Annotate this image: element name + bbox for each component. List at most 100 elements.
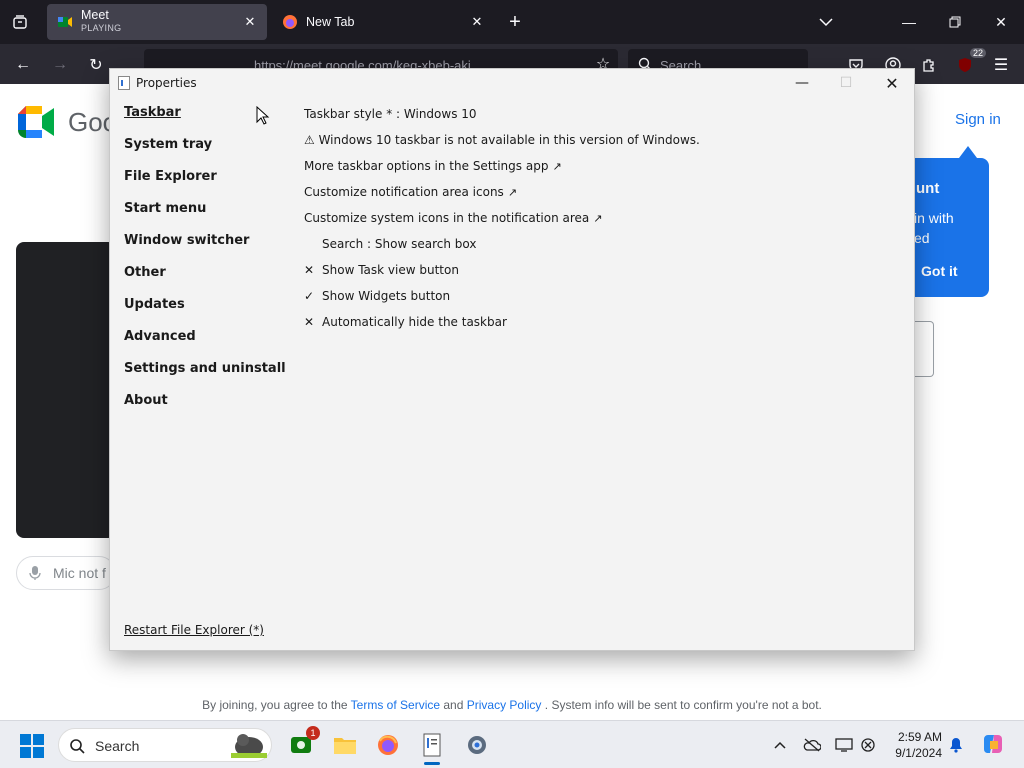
nav-item-window-switcher[interactable]: Window switcher: [124, 233, 286, 265]
forward-arrow-icon[interactable]: →: [47, 52, 73, 78]
nav-item-other[interactable]: Other: [124, 265, 286, 297]
settings-app-link[interactable]: More taskbar options in the Settings app…: [304, 153, 700, 179]
terms-suffix: . System info will be sent to confirm yo…: [544, 698, 822, 712]
auto-hide-toggle[interactable]: ✕ Automatically hide the taskbar: [304, 309, 700, 335]
taskbar-clock[interactable]: 2:59 AM 9/1/2024: [884, 729, 942, 761]
ublock-extension-icon[interactable]: 22: [952, 48, 986, 78]
widgets-toggle[interactable]: ✓ Show Widgets button: [304, 283, 700, 309]
tab-title: New Tab: [306, 15, 355, 29]
browser-tab-bar: Meet PLAYING ✕ New Tab ✕ + — ✕: [0, 0, 1024, 44]
task-view-toggle[interactable]: ✕ Show Task view button: [304, 257, 700, 283]
video-preview: [16, 242, 116, 538]
taskbar-app-settings[interactable]: [461, 729, 493, 761]
cross-icon: ✕: [304, 263, 315, 277]
restart-explorer-link[interactable]: Restart File Explorer (*): [124, 623, 264, 637]
taskbar-app-file-explorer[interactable]: [329, 729, 361, 761]
taskbar-options: Taskbar style * : Windows 10 ⚠ Windows 1…: [304, 101, 700, 335]
taskbar-app-xbox[interactable]: 1: [285, 726, 320, 761]
windows-start-icon[interactable]: [20, 734, 44, 758]
terms-text: By joining, you agree to the Terms of Se…: [0, 698, 1024, 712]
meet-logo-icon: [18, 106, 54, 138]
close-tab-icon[interactable]: ✕: [468, 13, 486, 31]
option-label: Customize notification area icons: [304, 185, 504, 199]
reload-icon[interactable]: ↻: [83, 52, 109, 78]
dialog-minimize-icon[interactable]: —: [788, 72, 816, 94]
tray-chevron-up-icon[interactable]: [770, 735, 790, 755]
taskbar-search[interactable]: Search: [58, 728, 272, 762]
got-it-button[interactable]: Got it: [921, 263, 958, 279]
nav-item-settings-uninstall[interactable]: Settings and uninstall: [124, 361, 286, 393]
hamburger-menu-icon[interactable]: ☰: [988, 52, 1014, 78]
firefox-favicon-icon: [282, 14, 298, 30]
option-label: Automatically hide the taskbar: [322, 315, 507, 329]
system-icons-link[interactable]: Customize system icons in the notificati…: [304, 205, 700, 231]
terms-of-service-link[interactable]: Terms of Service: [351, 698, 440, 712]
extension-badge: 22: [969, 48, 986, 58]
nav-item-file-explorer[interactable]: File Explorer: [124, 169, 286, 201]
network-disconnected-icon[interactable]: [858, 735, 878, 755]
privacy-policy-link[interactable]: Privacy Policy: [467, 698, 542, 712]
dialog-titlebar[interactable]: Properties — ☐ ✕: [110, 69, 914, 97]
nav-item-updates[interactable]: Updates: [124, 297, 286, 329]
properties-app-icon: [118, 76, 130, 90]
google-meet-logo: Goo: [18, 106, 117, 138]
tooltip-body-line: in with: [914, 210, 954, 226]
tooltip-arrow: [959, 146, 977, 158]
copilot-pre-icon[interactable]: [980, 732, 1006, 758]
clock-time: 2:59 AM: [897, 730, 942, 744]
onedrive-offline-icon[interactable]: [802, 735, 822, 755]
firefox-icon: [378, 735, 398, 755]
taskbar-app-firefox[interactable]: [372, 729, 404, 761]
chevron-down-icon[interactable]: [811, 8, 841, 36]
tooltip-body: in with ed: [914, 208, 954, 248]
dialog-close-icon[interactable]: ✕: [878, 72, 906, 94]
windows-taskbar: Search 1 2:59 AM 9/1/2024: [0, 720, 1024, 768]
notification-bell-icon[interactable]: [946, 735, 966, 755]
restore-icon[interactable]: [940, 8, 970, 36]
search-icon: [70, 739, 85, 754]
tab-meet[interactable]: Meet PLAYING ✕: [47, 4, 267, 40]
option-label: Show Widgets button: [322, 289, 451, 303]
taskbar-style-option[interactable]: Taskbar style * : Windows 10: [304, 101, 700, 127]
option-label: Search : Show search box: [322, 237, 477, 251]
mic-label: Mic not f: [53, 565, 106, 581]
back-arrow-icon[interactable]: ←: [10, 52, 36, 78]
warning-message: ⚠ Windows 10 taskbar is not available in…: [304, 127, 700, 153]
option-label: Show Task view button: [322, 263, 459, 277]
properties-app-icon: [423, 733, 441, 757]
nav-item-system-tray[interactable]: System tray: [124, 137, 286, 169]
taskbar-app-properties[interactable]: [416, 729, 448, 765]
nav-item-advanced[interactable]: Advanced: [124, 329, 286, 361]
checkmark-icon: ✓: [304, 289, 315, 303]
new-tab-plus-icon[interactable]: +: [503, 10, 527, 34]
tab-playing-label: PLAYING: [81, 23, 122, 33]
properties-dialog: Properties — ☐ ✕ Taskbar System tray Fil…: [109, 68, 915, 651]
close-window-icon[interactable]: ✕: [986, 8, 1016, 36]
gorilla-search-highlight-icon: [231, 734, 267, 758]
external-link-icon: ↗: [552, 159, 562, 173]
extensions-icon[interactable]: [916, 52, 942, 78]
mic-status-pill[interactable]: Mic not f: [16, 556, 116, 590]
display-icon[interactable]: [834, 735, 854, 755]
tab-list-icon[interactable]: [8, 10, 32, 34]
tab-title: Meet: [81, 8, 109, 22]
minimize-icon[interactable]: —: [894, 8, 924, 36]
nav-item-about[interactable]: About: [124, 393, 286, 425]
tooltip-title: unt: [916, 180, 940, 197]
tab-new-tab[interactable]: New Tab ✕: [272, 4, 494, 40]
mouse-cursor-icon: [256, 106, 270, 125]
notification-icons-link[interactable]: Customize notification area icons ↗: [304, 179, 700, 205]
option-label: Customize system icons in the notificati…: [304, 211, 590, 225]
option-label: More taskbar options in the Settings app: [304, 159, 549, 173]
meet-favicon-icon: [57, 14, 73, 30]
terms-and: and: [443, 698, 464, 712]
option-label: Taskbar style * : Windows 10: [304, 107, 477, 121]
taskbar-search-label: Search: [95, 738, 140, 754]
nav-item-start-menu[interactable]: Start menu: [124, 201, 286, 233]
tooltip-body-line: ed: [914, 230, 930, 246]
close-tab-icon[interactable]: ✕: [241, 13, 259, 31]
notification-badge: 1: [306, 726, 320, 740]
mic-icon: [29, 566, 41, 580]
search-box-option[interactable]: Search : Show search box: [304, 231, 700, 257]
sign-in-link[interactable]: Sign in: [955, 111, 1001, 128]
